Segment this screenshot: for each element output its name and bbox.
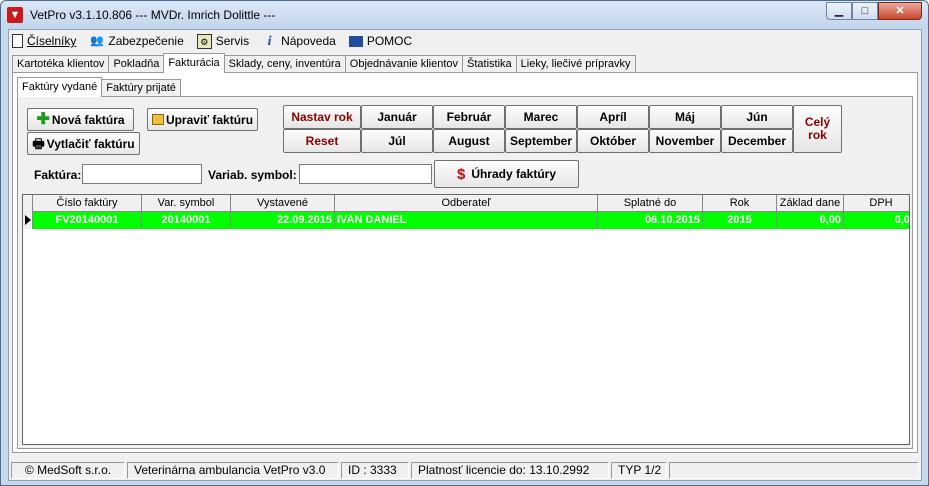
maximize-button[interactable]: □ <box>852 2 878 20</box>
invoice-filter-input[interactable] <box>82 164 202 184</box>
client-area: Číselníky 👥 Zabezpečenie ⚙ Servis i Nápo… <box>8 29 922 481</box>
cell-var-symbol[interactable]: 20140001 <box>142 212 231 229</box>
sub-tabs: Faktúry vydané Faktúry prijaté <box>17 77 181 97</box>
new-invoice-button[interactable]: ✚ Nová faktúra <box>27 108 134 131</box>
col-zaklad-dane[interactable]: Základ dane <box>777 195 844 212</box>
cell-zaklad-dane[interactable]: 0,00 <box>777 212 844 229</box>
menu-bar: Číselníky 👥 Zabezpečenie ⚙ Servis i Nápo… <box>9 30 921 52</box>
month-jun-button[interactable]: Jún <box>721 105 793 129</box>
set-year-button[interactable]: Nastav rok <box>283 105 361 129</box>
status-type: TYP 1/2 <box>611 461 667 479</box>
cell-cislo-faktury[interactable]: FV20140001 <box>33 212 142 229</box>
payments-button[interactable]: $ Úhrady faktúry <box>434 160 579 188</box>
fakturacia-panel: Faktúry vydané Faktúry prijaté ✚ Nová fa… <box>12 72 918 453</box>
tab-sklady[interactable]: Sklady, ceny, inventúra <box>223 55 346 73</box>
tab-fakturacia[interactable]: Fakturácia <box>163 53 225 73</box>
menu-zabezpecenie[interactable]: 👥 Zabezpečenie <box>89 34 184 49</box>
invoice-filter-label: Faktúra: <box>34 168 82 182</box>
faktury-vydane-panel: ✚ Nová faktúra 🖶 Vytlačiť faktúru Upravi… <box>17 96 913 449</box>
people-icon: 👥 <box>90 34 104 47</box>
minimize-button[interactable]: ▁ <box>826 2 852 20</box>
monitor-icon <box>348 35 363 47</box>
status-license: Platnosť licencie do: 13.10.2992 <box>411 461 609 479</box>
month-november-button[interactable]: November <box>649 129 721 153</box>
col-splatne-do[interactable]: Splatné do <box>598 195 703 212</box>
title-bar[interactable]: ▼ VetPro v3.1.10.806 --- MVDr. Imrich Do… <box>1 1 928 29</box>
col-vystavene[interactable]: Vystavené <box>231 195 335 212</box>
menu-napoveda[interactable]: i Nápoveda <box>262 34 336 49</box>
status-empty <box>669 461 919 479</box>
tab-objednavanie[interactable]: Objednávanie klientov <box>344 55 464 73</box>
plus-icon: ✚ <box>36 111 50 128</box>
main-tabs: Kartotéka klientov Pokladňa Fakturácia S… <box>12 53 636 73</box>
app-window: ▼ VetPro v3.1.10.806 --- MVDr. Imrich Do… <box>0 0 929 486</box>
month-april-button[interactable]: Apríl <box>577 105 649 129</box>
tab-pokladna[interactable]: Pokladňa <box>108 55 165 73</box>
col-var-symbol[interactable]: Var. symbol <box>142 195 231 212</box>
edit-icon <box>151 114 164 125</box>
cell-dph[interactable]: 0,00 <box>844 212 909 229</box>
row-pointer-icon <box>23 212 33 229</box>
month-jul-button[interactable]: Júl <box>361 129 433 153</box>
tab-lieky[interactable]: Lieky, liečivé prípravky <box>515 55 636 73</box>
month-januar-button[interactable]: Január <box>361 105 433 129</box>
dollar-icon: $ <box>456 165 466 183</box>
tab-faktury-vydane[interactable]: Faktúry vydané <box>17 77 103 97</box>
col-dph[interactable]: DPH <box>844 195 909 212</box>
invoices-table[interactable]: Číslo faktúry Var. symbol Vystavené Odbe… <box>22 194 910 445</box>
window-title: VetPro v3.1.10.806 --- MVDr. Imrich Doli… <box>30 8 276 22</box>
document-icon <box>12 34 23 48</box>
cell-splatne-do[interactable]: 06.10.2015 <box>598 212 703 229</box>
app-logo-icon: ▼ <box>7 7 23 23</box>
reset-button[interactable]: Reset <box>283 129 361 153</box>
status-bar: © MedSoft s.r.o. Veterinárna ambulancia … <box>9 460 921 480</box>
cell-rok[interactable]: 2015 <box>703 212 777 229</box>
info-icon: i <box>267 33 272 49</box>
tab-kartoteka-klientov[interactable]: Kartotéka klientov <box>12 55 110 73</box>
month-august-button[interactable]: August <box>433 129 505 153</box>
menu-servis[interactable]: ⚙ Servis <box>196 33 249 49</box>
month-september-button[interactable]: September <box>505 129 577 153</box>
tab-statistika[interactable]: Štatistika <box>462 55 517 73</box>
month-december-button[interactable]: December <box>721 129 793 153</box>
month-marec-button[interactable]: Marec <box>505 105 577 129</box>
whole-year-button[interactable]: Celý rok <box>793 105 842 153</box>
menu-pomoc[interactable]: POMOC <box>348 34 412 48</box>
month-maj-button[interactable]: Máj <box>649 105 721 129</box>
tools-icon: ⚙ <box>196 33 212 49</box>
row-indicator-header <box>23 195 33 212</box>
tab-faktury-prijate[interactable]: Faktúry prijaté <box>101 79 181 97</box>
col-odberatel[interactable]: Odberateľ <box>335 195 598 212</box>
col-cislo-faktury[interactable]: Číslo faktúry <box>33 195 142 212</box>
status-company: © MedSoft s.r.o. <box>11 461 125 479</box>
menu-ciselniky[interactable]: Číselníky <box>12 34 76 48</box>
varsym-filter-input[interactable] <box>299 164 432 184</box>
col-rok[interactable]: Rok <box>703 195 777 212</box>
month-februar-button[interactable]: Február <box>433 105 505 129</box>
edit-invoice-button[interactable]: Upraviť faktúru <box>147 108 258 131</box>
status-product: Veterinárna ambulancia VetPro v3.0 <box>127 461 339 479</box>
month-oktober-button[interactable]: Október <box>577 129 649 153</box>
print-invoice-button[interactable]: 🖶 Vytlačiť faktúru <box>27 132 140 155</box>
table-header: Číslo faktúry Var. symbol Vystavené Odbe… <box>23 195 909 212</box>
table-row[interactable]: FV20140001 20140001 22.09.2015 IVAN DANI… <box>23 212 909 229</box>
varsym-filter-label: Variab. symbol: <box>208 168 297 182</box>
close-button[interactable]: ✕ <box>878 2 922 20</box>
printer-icon: 🖶 <box>32 136 45 151</box>
status-id: ID : 3333 <box>341 461 409 479</box>
cell-odberatel[interactable]: IVAN DANIEL <box>335 212 598 229</box>
cell-vystavene[interactable]: 22.09.2015 <box>231 212 335 229</box>
